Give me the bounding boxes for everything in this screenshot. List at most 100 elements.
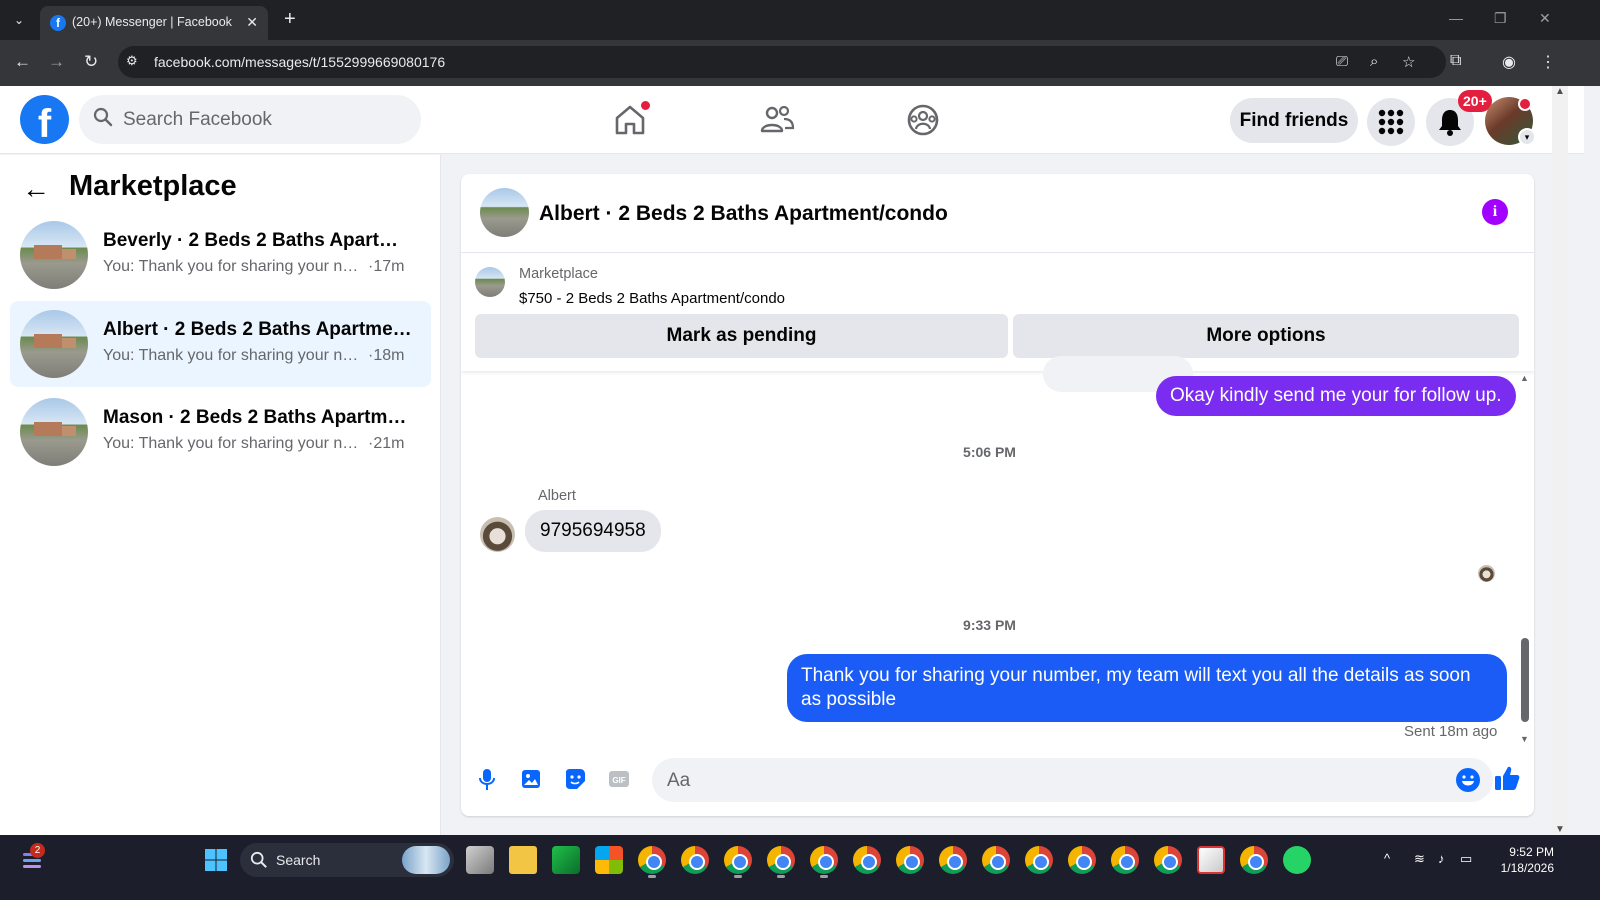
back-arrow-icon[interactable]: ← bbox=[14, 52, 31, 72]
sender-avatar[interactable] bbox=[480, 517, 515, 552]
more-options-button[interactable]: More options bbox=[1013, 314, 1519, 358]
page-scrollbar[interactable]: ▲ ▼ bbox=[1552, 86, 1568, 835]
snipping-tool-icon[interactable] bbox=[1197, 846, 1225, 874]
chrome-icon[interactable] bbox=[1068, 846, 1096, 874]
forward-arrow-icon[interactable]: → bbox=[48, 52, 65, 72]
file-explorer-icon[interactable] bbox=[509, 846, 537, 874]
tray-chevron-icon[interactable]: ^ bbox=[1384, 851, 1390, 866]
sticker-icon[interactable] bbox=[562, 766, 588, 792]
microsoft-store-icon[interactable] bbox=[595, 846, 623, 874]
tab-search-chevron-icon[interactable]: ⌄ bbox=[6, 8, 32, 32]
wifi-icon[interactable]: ≋ bbox=[1414, 851, 1425, 867]
spreadsheet-app-icon[interactable] bbox=[552, 846, 580, 874]
chat-title[interactable]: Albert · 2 Beds 2 Baths Apartment/condo bbox=[539, 202, 948, 226]
scrollbar-thumb[interactable] bbox=[1521, 638, 1529, 722]
running-indicator bbox=[777, 875, 785, 878]
address-bar[interactable]: ⚙ facebook.com/messages/t/15529996690801… bbox=[118, 46, 1446, 78]
new-tab-icon[interactable]: + bbox=[284, 8, 296, 30]
restore-icon[interactable]: ❐ bbox=[1494, 10, 1507, 27]
outgoing-message-bubble[interactable]: Okay kindly send me your for follow up. bbox=[1156, 376, 1516, 416]
chrome-icon[interactable] bbox=[939, 846, 967, 874]
chrome-icon[interactable] bbox=[767, 846, 795, 874]
message-input[interactable]: Aa bbox=[652, 758, 1493, 802]
message-list: Okay kindly send me your for follow up. … bbox=[461, 356, 1534, 746]
minimize-icon[interactable]: — bbox=[1449, 10, 1463, 26]
browser-menu-icon[interactable]: ⋮ bbox=[1540, 52, 1556, 72]
chrome-icon[interactable] bbox=[896, 846, 924, 874]
conversation-item-mason[interactable]: Mason · 2 Beds 2 Baths Apartment/condo Y… bbox=[10, 389, 431, 475]
chrome-icon[interactable] bbox=[1111, 846, 1139, 874]
info-icon[interactable]: i bbox=[1482, 199, 1508, 225]
windows-start-icon[interactable] bbox=[204, 848, 228, 872]
chrome-icon[interactable] bbox=[1154, 846, 1182, 874]
scroll-up-icon[interactable]: ▲ bbox=[1555, 86, 1565, 97]
chrome-icon[interactable] bbox=[982, 846, 1010, 874]
widgets-badge: 2 bbox=[30, 843, 45, 858]
facebook-search-input[interactable]: Search Facebook bbox=[79, 95, 421, 144]
conversation-name: Albert · 2 Beds 2 Baths Apartment/condo bbox=[103, 319, 413, 340]
battery-icon[interactable]: ▭ bbox=[1460, 851, 1472, 867]
gif-icon[interactable]: GIF bbox=[606, 766, 632, 792]
conversation-time: ·21m bbox=[368, 435, 405, 452]
whatsapp-icon[interactable] bbox=[1283, 846, 1311, 874]
task-view-icon[interactable] bbox=[466, 846, 494, 874]
taskbar-search-label: Search bbox=[276, 852, 321, 868]
account-chevron-icon[interactable]: ▾ bbox=[1518, 128, 1536, 146]
conversation-item-albert[interactable]: Albert · 2 Beds 2 Baths Apartment/condo … bbox=[10, 301, 431, 387]
url-text[interactable]: facebook.com/messages/t/1552999669080176 bbox=[154, 54, 445, 70]
conversation-time: ·18m bbox=[368, 347, 405, 364]
taskbar-clock[interactable]: 9:52 PM 1/18/2026 bbox=[1494, 844, 1554, 876]
chrome-icon[interactable] bbox=[853, 846, 881, 874]
listing-avatar[interactable] bbox=[480, 188, 529, 237]
friends-icon[interactable] bbox=[757, 100, 797, 140]
conversation-item-beverly[interactable]: Beverly · 2 Beds 2 Baths Apartment/condo… bbox=[10, 212, 431, 298]
incoming-message-bubble[interactable]: 9795694958 bbox=[525, 510, 661, 552]
extensions-icon[interactable]: ⧉ bbox=[1450, 52, 1461, 70]
tab-close-icon[interactable]: ✕ bbox=[246, 14, 258, 31]
like-thumbs-up-icon[interactable] bbox=[1493, 764, 1521, 792]
sidebar-title: Marketplace bbox=[69, 170, 237, 202]
bookmark-star-icon[interactable]: ☆ bbox=[1402, 53, 1415, 71]
profile-icon[interactable]: ◉ bbox=[1502, 52, 1516, 72]
reload-icon[interactable]: ↻ bbox=[84, 52, 98, 72]
mark-as-pending-button[interactable]: Mark as pending bbox=[475, 314, 1008, 358]
message-composer: GIF Aa bbox=[461, 746, 1534, 816]
clock-date: 1/18/2026 bbox=[1500, 861, 1554, 875]
listing-title[interactable]: $750 - 2 Beds 2 Baths Apartment/condo bbox=[519, 290, 785, 307]
window-close-icon[interactable]: ✕ bbox=[1539, 10, 1551, 27]
sender-name: Albert bbox=[538, 488, 576, 504]
photo-icon[interactable] bbox=[518, 766, 544, 792]
install-app-icon[interactable]: ⎚ bbox=[1336, 53, 1348, 70]
clock-time: 9:52 PM bbox=[1509, 845, 1554, 859]
volume-icon[interactable]: ♪ bbox=[1438, 851, 1445, 866]
scroll-down-icon[interactable]: ▼ bbox=[1555, 824, 1565, 835]
chrome-icon[interactable] bbox=[681, 846, 709, 874]
chrome-icon[interactable] bbox=[1240, 846, 1268, 874]
listing-thumbnail bbox=[20, 398, 88, 466]
taskbar-search[interactable]: Search bbox=[240, 843, 454, 877]
scroll-up-icon[interactable]: ▲ bbox=[1520, 373, 1529, 383]
timestamp-divider: 5:06 PM bbox=[963, 444, 1016, 460]
chrome-icon[interactable] bbox=[1025, 846, 1053, 874]
scroll-down-icon[interactable]: ▼ bbox=[1520, 734, 1529, 744]
search-icon bbox=[93, 107, 113, 127]
outgoing-message-bubble[interactable]: Thank you for sharing your number, my te… bbox=[787, 654, 1507, 722]
account-notification-dot bbox=[1518, 97, 1532, 111]
groups-icon[interactable] bbox=[903, 100, 943, 140]
grid-menu-icon bbox=[1378, 109, 1404, 135]
zoom-icon[interactable]: ⌕ bbox=[1370, 53, 1378, 70]
chrome-icon[interactable] bbox=[724, 846, 752, 874]
menu-grid-button[interactable] bbox=[1367, 98, 1415, 146]
chrome-icon[interactable] bbox=[810, 846, 838, 874]
browser-tab-active[interactable]: f (20+) Messenger | Facebook ✕ bbox=[40, 6, 268, 40]
message-scrollbar[interactable]: ▲ ▼ bbox=[1518, 371, 1532, 746]
facebook-logo-icon[interactable]: f bbox=[20, 95, 69, 144]
emoji-icon[interactable] bbox=[1455, 767, 1481, 793]
listing-thumbnail[interactable] bbox=[475, 267, 505, 297]
find-friends-button[interactable]: Find friends bbox=[1230, 98, 1358, 143]
site-info-icon[interactable]: ⚙ bbox=[126, 53, 138, 69]
microphone-icon[interactable] bbox=[474, 766, 500, 792]
chrome-icon[interactable] bbox=[638, 846, 666, 874]
marketplace-label: Marketplace bbox=[519, 266, 598, 282]
back-arrow-icon[interactable]: ← bbox=[22, 173, 50, 205]
